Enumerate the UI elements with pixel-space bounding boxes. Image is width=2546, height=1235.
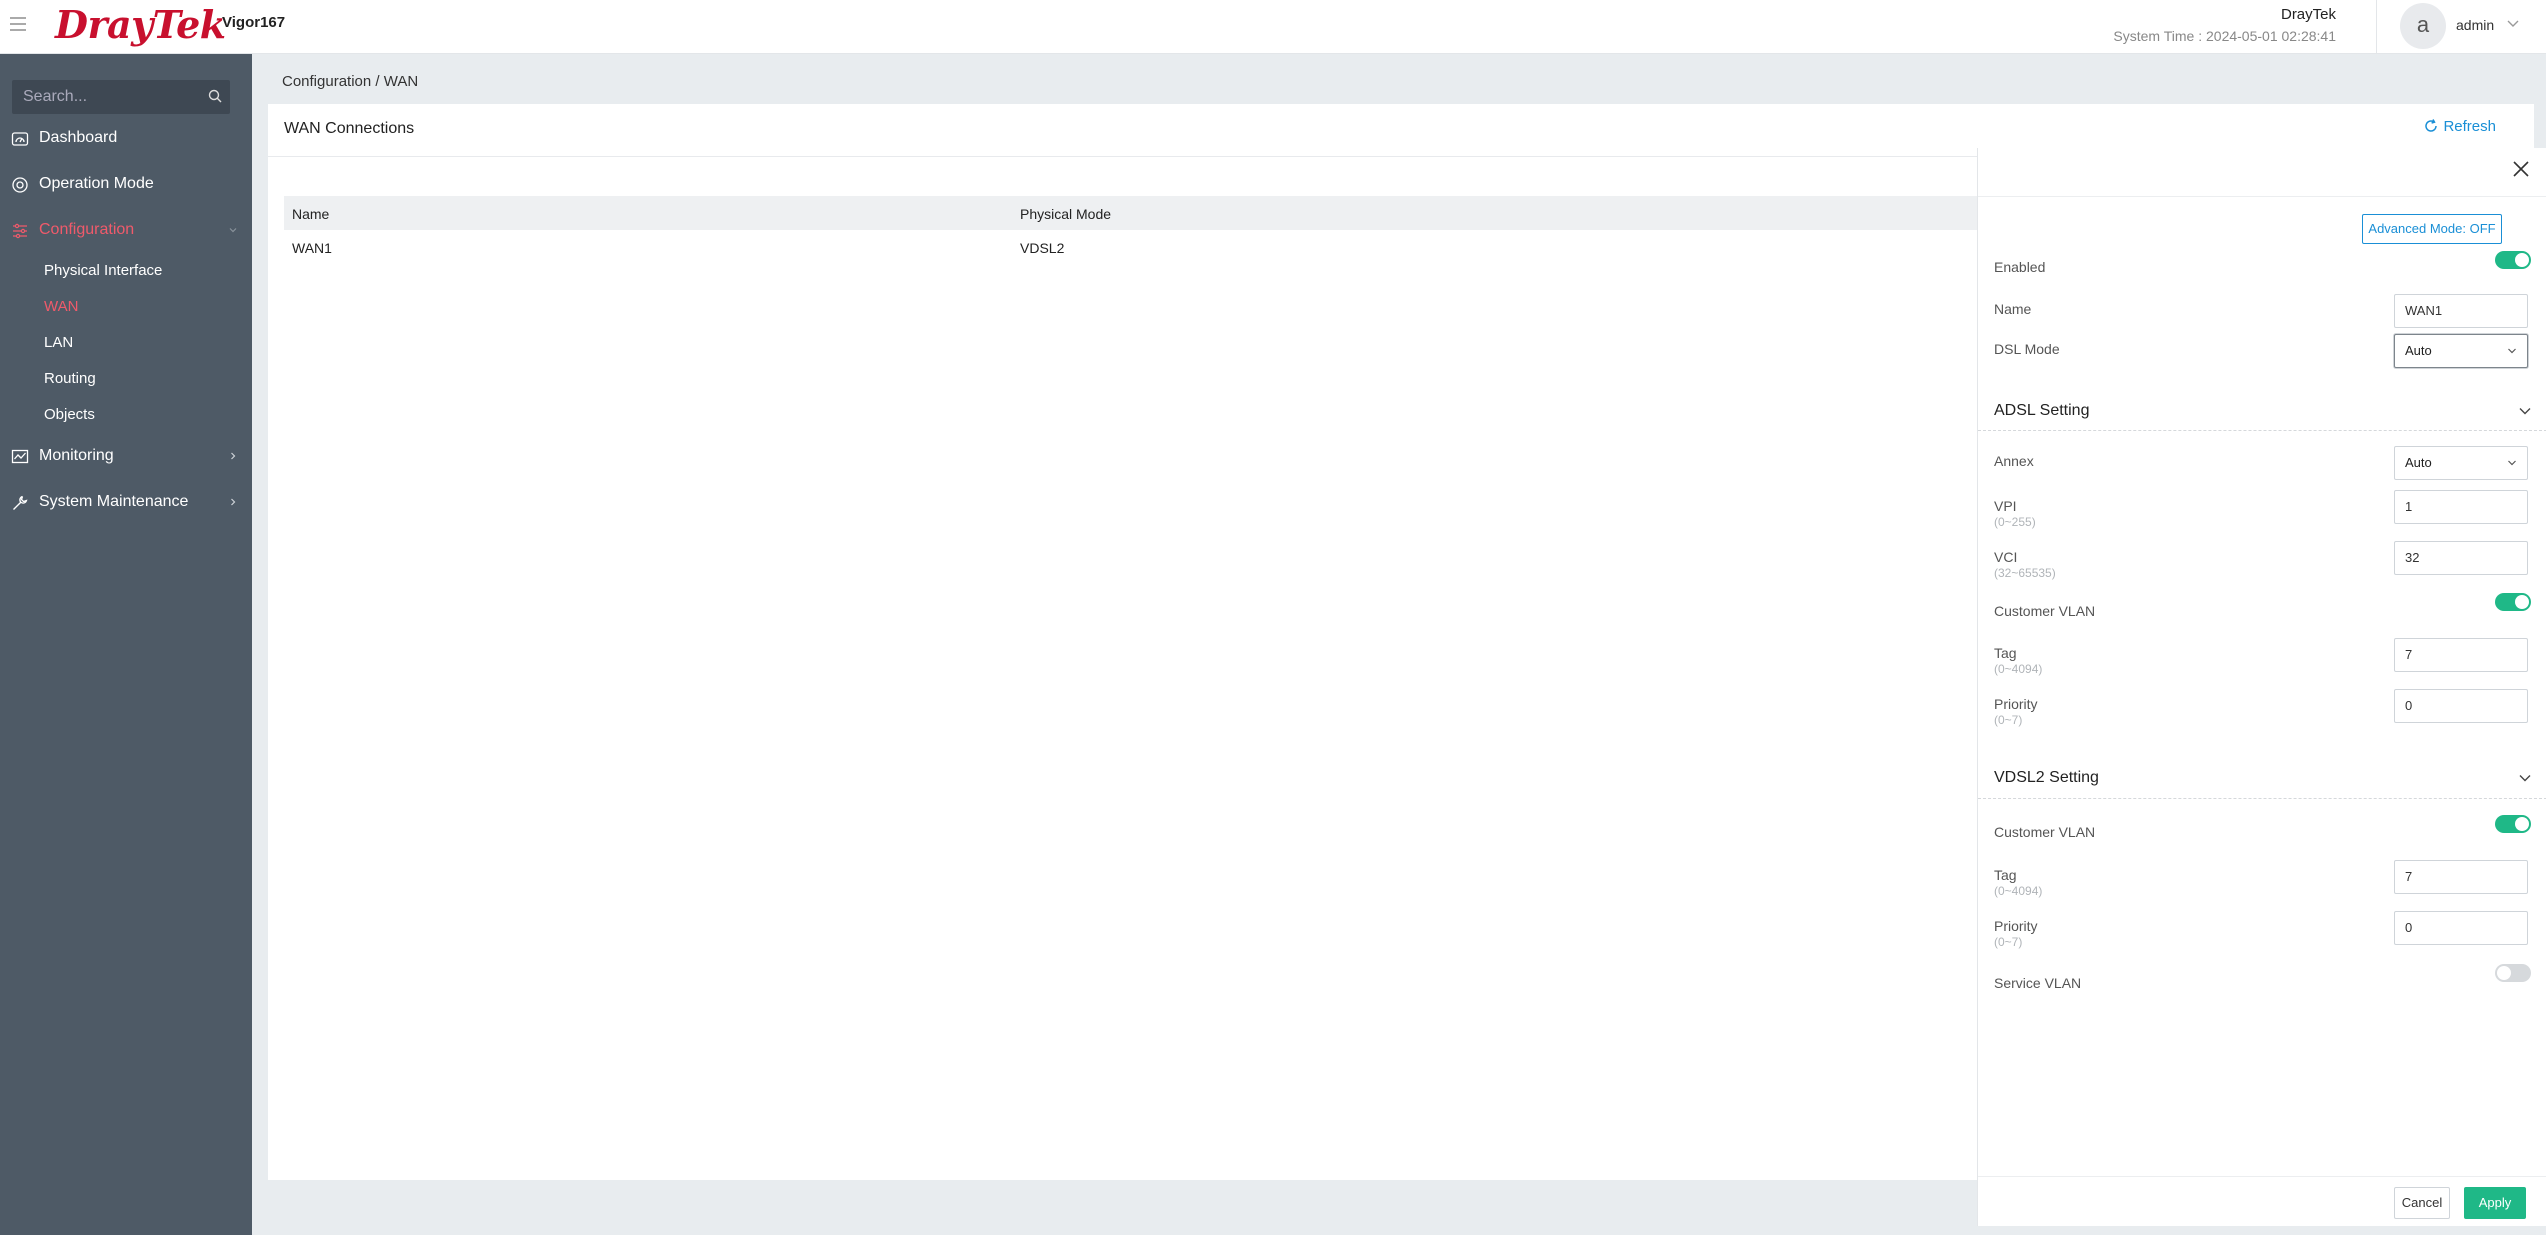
- sidebar-item-system-maintenance[interactable]: System Maintenance: [0, 482, 252, 522]
- sidebar-item-label: System Maintenance: [39, 493, 189, 510]
- chevron-down-icon: [228, 222, 238, 238]
- sidebar-item-operation-mode[interactable]: Operation Mode: [0, 164, 252, 204]
- table-header: Name Physical Mode: [284, 196, 1978, 230]
- sidebar-item-dashboard[interactable]: Dashboard: [0, 118, 252, 158]
- avatar[interactable]: a: [2400, 3, 2446, 49]
- vci-label: VCI: [1994, 549, 2018, 565]
- sidebar-subitem-objects[interactable]: Objects: [44, 406, 95, 423]
- service-vlan-toggle[interactable]: [2495, 964, 2531, 982]
- sidebar-item-label: Dashboard: [39, 129, 118, 146]
- vdsl2-priority-field[interactable]: 0: [2394, 911, 2528, 945]
- sidebar-search: [12, 80, 230, 114]
- adsl-priority-hint: (0~7): [1994, 713, 2023, 727]
- vci-hint: (32~65535): [1994, 566, 2056, 580]
- advanced-mode-toggle-button[interactable]: Advanced Mode: OFF: [2362, 214, 2502, 244]
- name-label: Name: [1994, 301, 2032, 317]
- sidebar-subitem-lan[interactable]: LAN: [44, 334, 73, 351]
- username[interactable]: admin: [2456, 17, 2494, 33]
- top-header: DrayTek Vigor167 DrayTek System Time : 2…: [0, 0, 2546, 54]
- vdsl2-tag-label: Tag: [1994, 867, 2017, 883]
- chevron-right-icon: [228, 494, 238, 510]
- vdsl2-priority-label: Priority: [1994, 918, 2038, 934]
- cancel-button[interactable]: Cancel: [2394, 1187, 2450, 1219]
- column-header-name[interactable]: Name: [292, 206, 329, 222]
- dsl-mode-label: DSL Mode: [1994, 341, 2060, 357]
- vdsl2-customer-vlan-label: Customer VLAN: [1994, 824, 2096, 840]
- operation-mode-icon: [12, 177, 28, 193]
- vpi-hint: (0~255): [1994, 515, 2036, 529]
- annex-value: Auto: [2405, 455, 2432, 470]
- chevron-down-icon[interactable]: [2518, 771, 2532, 785]
- vci-field[interactable]: 32: [2394, 541, 2528, 575]
- brand-logo[interactable]: DrayTek: [55, 2, 226, 47]
- wan-edit-panel: Advanced Mode: OFF Enabled Name WAN1 DSL…: [1977, 148, 2546, 1226]
- monitoring-icon: [11, 449, 29, 464]
- adsl-section-title[interactable]: ADSL Setting: [1994, 402, 2089, 420]
- card-divider: [268, 156, 1978, 157]
- annex-select[interactable]: Auto: [2394, 446, 2528, 480]
- vdsl2-tag-field[interactable]: 7: [2394, 860, 2528, 894]
- chevron-down-icon: [2508, 348, 2516, 354]
- sidebar-item-label: Configuration: [39, 221, 135, 238]
- sidebar-item-label: Monitoring: [39, 447, 114, 464]
- adsl-section-divider: [1978, 430, 2546, 431]
- sidebar-subitem-wan[interactable]: WAN: [44, 298, 78, 315]
- sidebar-item-label: Operation Mode: [39, 175, 154, 192]
- header-divider: [2376, 0, 2377, 54]
- chevron-right-icon: [228, 448, 238, 464]
- configuration-icon: [13, 223, 27, 239]
- adsl-priority-field[interactable]: 0: [2394, 689, 2528, 723]
- refresh-label: Refresh: [2443, 118, 2496, 135]
- panel-divider: [1978, 196, 2546, 197]
- system-time: System Time : 2024-05-01 02:28:41: [2113, 28, 2336, 44]
- search-input[interactable]: [12, 80, 230, 114]
- name-field[interactable]: WAN1: [2394, 294, 2528, 328]
- close-icon[interactable]: [2510, 158, 2532, 180]
- annex-label: Annex: [1994, 453, 2034, 469]
- adsl-tag-label: Tag: [1994, 645, 2017, 661]
- sidebar-item-monitoring[interactable]: Monitoring: [0, 436, 252, 476]
- apply-button[interactable]: Apply: [2464, 1187, 2526, 1219]
- vpi-field[interactable]: 1: [2394, 490, 2528, 524]
- dashboard-icon: [11, 132, 29, 146]
- sidebar-subitem-physical-interface[interactable]: Physical Interface: [44, 262, 162, 279]
- table-row[interactable]: WAN1 VDSL2: [284, 230, 1978, 274]
- adsl-tag-field[interactable]: 7: [2394, 638, 2528, 672]
- service-vlan-label: Service VLAN: [1994, 975, 2082, 991]
- adsl-customer-vlan-toggle[interactable]: [2495, 593, 2531, 611]
- enabled-toggle[interactable]: [2495, 251, 2531, 269]
- hamburger-menu-icon[interactable]: [10, 17, 26, 31]
- page-title: WAN Connections: [284, 120, 415, 137]
- vpi-label: VPI: [1994, 498, 2017, 514]
- refresh-button[interactable]: Refresh: [2423, 118, 2496, 135]
- adsl-tag-hint: (0~4094): [1994, 662, 2043, 676]
- wrench-icon: [13, 495, 28, 510]
- vdsl2-customer-vlan-toggle[interactable]: [2495, 815, 2531, 833]
- device-model: Vigor167: [222, 14, 286, 31]
- column-header-physical-mode[interactable]: Physical Mode: [1020, 206, 1111, 222]
- sidebar-subitem-routing[interactable]: Routing: [44, 370, 96, 387]
- adsl-priority-label: Priority: [1994, 696, 2038, 712]
- adsl-customer-vlan-label: Customer VLAN: [1994, 603, 2096, 619]
- vdsl2-section-title[interactable]: VDSL2 Setting: [1994, 769, 2099, 787]
- vdsl2-tag-hint: (0~4094): [1994, 884, 2043, 898]
- breadcrumb: Configuration / WAN: [282, 73, 419, 90]
- user-menu-chevron-icon[interactable]: [2506, 16, 2520, 33]
- search-icon[interactable]: [208, 89, 222, 103]
- chevron-down-icon: [2508, 460, 2516, 466]
- sidebar: Dashboard Operation Mode Configuration P…: [0, 54, 252, 1235]
- sidebar-item-configuration[interactable]: Configuration: [0, 210, 252, 250]
- vdsl2-priority-hint: (0~7): [1994, 935, 2023, 949]
- refresh-icon: [2425, 119, 2438, 132]
- dsl-mode-select[interactable]: Auto: [2394, 334, 2528, 368]
- dsl-mode-value: Auto: [2405, 343, 2432, 358]
- cell-physical-mode: VDSL2: [1020, 240, 1065, 256]
- cell-name: WAN1: [292, 240, 332, 256]
- chevron-down-icon[interactable]: [2518, 404, 2532, 418]
- enabled-label: Enabled: [1994, 259, 2046, 275]
- company-name: DrayTek: [2280, 6, 2336, 23]
- vdsl2-section-divider: [1978, 798, 2546, 799]
- panel-footer-divider: [1978, 1176, 2546, 1177]
